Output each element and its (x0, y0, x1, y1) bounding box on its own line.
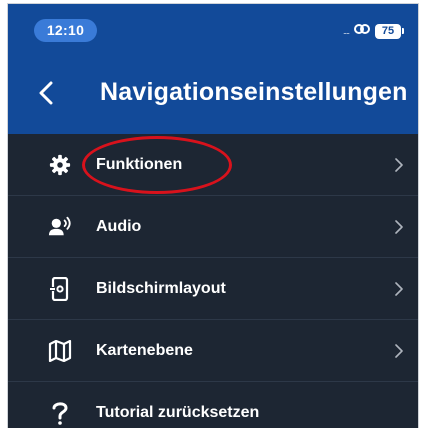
status-bar: 12:10 .... 75 (8, 4, 418, 52)
menu-item-label: Tutorial zurücksetzen (96, 403, 260, 421)
phone-screen: 12:10 .... 75 Navigationseinstellungen F… (7, 3, 419, 428)
menu-item-funktionen[interactable]: Funktionen (8, 134, 418, 196)
menu-item-label: Funktionen (96, 155, 183, 173)
question-icon (48, 401, 72, 425)
battery-cap (402, 28, 404, 34)
chevron-right-icon (394, 343, 404, 359)
menu-item-label: Audio (96, 217, 142, 235)
menu-item-label: Kartenebene (96, 341, 193, 359)
chevron-left-icon (39, 81, 53, 105)
status-time: 12:10 (34, 19, 97, 42)
page-title: Navigationseinstellungen (100, 78, 408, 106)
map-icon (48, 339, 72, 363)
link-icon (353, 22, 371, 40)
gear-icon (48, 153, 72, 177)
chevron-right-icon (394, 219, 404, 235)
chevron-right-icon (394, 281, 404, 297)
back-button[interactable] (32, 76, 60, 110)
settings-menu: Funktionen Audio Bildschirmlayout Karten… (8, 134, 418, 428)
menu-item-kartenebene[interactable]: Kartenebene (8, 320, 418, 382)
menu-item-label: Bildschirmlayout (96, 279, 226, 297)
battery-icon: 75 (375, 23, 401, 39)
header-bar: Navigationseinstellungen (8, 52, 418, 134)
signal-icon: .... (342, 26, 350, 36)
speaker-person-icon (48, 215, 72, 239)
menu-item-bildschirmlayout[interactable]: Bildschirmlayout (8, 258, 418, 320)
menu-item-tutorial-reset[interactable]: Tutorial zurücksetzen (8, 382, 418, 428)
status-indicators: .... 75 (343, 22, 404, 40)
chevron-right-icon (394, 157, 404, 173)
phone-layout-icon (48, 276, 72, 301)
menu-item-audio[interactable]: Audio (8, 196, 418, 258)
